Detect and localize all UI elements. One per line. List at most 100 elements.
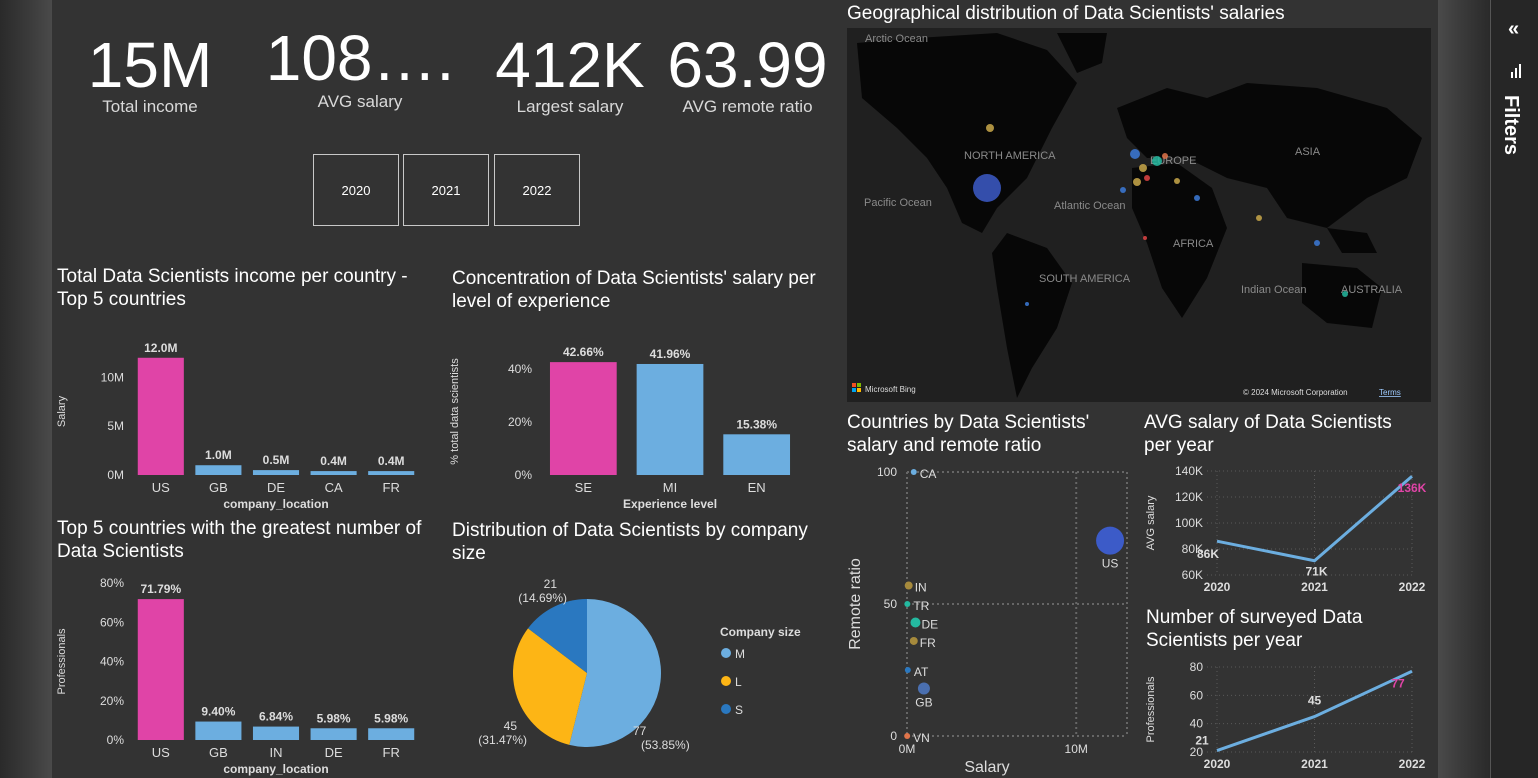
x-tick-label: 2020 (1204, 580, 1231, 594)
x-axis-title: company_location (223, 497, 328, 511)
bing-logo-icon-part (852, 388, 856, 392)
y-axis-title: Remote ratio (847, 558, 864, 650)
data-label: 71.79% (140, 582, 181, 596)
y-tick-label: 40% (100, 655, 124, 669)
map-terms-link[interactable]: Terms (1379, 388, 1401, 397)
y-axis-title: % total data scientists (449, 358, 461, 465)
x-tick-label: SE (575, 480, 593, 495)
y-tick-label: 100 (877, 465, 897, 479)
y-tick-label: 5M (107, 419, 124, 433)
map-label: Atlantic Ocean (1054, 200, 1126, 212)
bar-chart-salary-by-experience[interactable]: 0% 20% 40% 42.66% SE 41.96% MI 15.38% EN Experien… (440, 318, 830, 518)
y-tick-label: 120K (1175, 490, 1203, 504)
collapse-filters-icon[interactable]: « (1508, 18, 1519, 41)
y-tick-label: 60K (1182, 568, 1203, 582)
y-axis-title: Professionals (1145, 676, 1157, 743)
filter-icon (1511, 64, 1523, 78)
x-tick-label: US (152, 480, 170, 495)
data-label: 136K (1398, 481, 1427, 495)
map-bubble (1162, 153, 1168, 159)
bar-de (252, 470, 300, 475)
bar-en (723, 434, 791, 475)
legend-label: M (735, 647, 745, 661)
y-tick-label: 80% (100, 576, 124, 590)
series-line (1216, 475, 1413, 563)
map-label: ASIA (1295, 146, 1321, 158)
year-button-2020[interactable]: 2020 (313, 154, 399, 226)
data-label: 0.4M (320, 454, 347, 468)
bar-in (252, 726, 300, 740)
scatter-label: AT (914, 665, 929, 679)
bar-chart-count-per-country[interactable]: 0% 20% 40% 60% 80% 71.79% US 9.40% GB 6.84% IN 5.98… (52, 570, 432, 778)
bar-se (549, 362, 617, 475)
map-label: Pacific Ocean (864, 197, 932, 209)
bar-fr (368, 471, 415, 475)
map-bubble (1314, 240, 1320, 246)
world-map[interactable]: Arctic OceanNORTH AMERICA EUROPEASIAPacif… (847, 28, 1431, 402)
bar-chart-income-per-country[interactable]: 0M 5M 10M 12.0M US 1.0M GB 0.5M DE 0.4M CA 0.4M FR co… (52, 318, 432, 518)
bing-logo-icon-part (857, 383, 861, 387)
y-tick-label: 0% (107, 733, 125, 747)
y-tick-label: 40% (508, 362, 532, 376)
y-tick-label: 0M (107, 468, 124, 482)
scatter-label: IN (915, 581, 927, 595)
pie-value-label: 77 (633, 724, 647, 738)
year-button-2021[interactable]: 2021 (403, 154, 489, 226)
scatter-point-us (1096, 526, 1125, 555)
data-label: 21 (1195, 734, 1209, 748)
y-tick-label: 60% (100, 615, 124, 629)
filters-label[interactable]: Filters (1499, 95, 1522, 155)
scatter-label: GB (915, 695, 932, 709)
x-tick-label: EN (748, 480, 766, 495)
map-bubble (1139, 164, 1147, 172)
scatter-chart-remote-ratio[interactable]: 0501000M 10MSalaryRemote ratio USCAINTRDEF… (842, 462, 1132, 778)
data-label: 77 (1391, 676, 1405, 690)
kpi-value: 412K (495, 29, 645, 101)
scatter-point-gb (917, 682, 930, 695)
x-tick-label: 2022 (1399, 757, 1426, 771)
y-tick-label: 0% (515, 468, 533, 482)
data-label: 5.98% (317, 711, 351, 725)
map-bubble (1025, 302, 1029, 306)
scatter-point-fr (909, 636, 918, 645)
scatter-point-in (904, 581, 913, 590)
x-tick-label: GB (209, 745, 228, 760)
pie-pct-label: (14.69%) (518, 591, 567, 605)
y-tick-label: 100K (1175, 516, 1203, 530)
y-tick-label: 20% (508, 415, 532, 429)
map-bubble (1256, 215, 1262, 221)
left-margin (0, 0, 52, 778)
legend-marker (721, 676, 731, 686)
scatter-label: CA (920, 467, 937, 481)
year-button-2022[interactable]: 2022 (494, 154, 580, 226)
map-label: AUSTRALIA (1341, 284, 1403, 296)
data-label: 0.4M (378, 454, 405, 468)
y-axis-title: Salary (56, 395, 68, 427)
pie-chart-company-size[interactable]: 77(53.85%) 45(31.47%) 21(14.69%) Company si… (445, 570, 840, 778)
x-tick-label: GB (209, 480, 228, 495)
line-chart-avg-salary-year[interactable]: 60K80K100K120K140K2020 2021 202286K71K136K… (1138, 460, 1428, 600)
bing-logo-icon-part (857, 388, 861, 392)
x-axis-title: company_location (223, 762, 328, 776)
map-bubble (1174, 178, 1180, 184)
data-label: 15.38% (736, 417, 777, 431)
y-tick-label: 60 (1190, 688, 1204, 702)
map-label: NORTH AMERICA (964, 150, 1056, 162)
x-tick-label: 2020 (1204, 757, 1231, 771)
y-tick-label: 140K (1175, 464, 1203, 478)
data-label: 0.5M (263, 453, 290, 467)
chart-title-company-size: Distribution of Data Scientists by compa… (452, 520, 808, 564)
map-bubble (973, 174, 1001, 202)
map-label: AFRICA (1173, 238, 1214, 250)
map-bubble (1194, 195, 1200, 201)
pie-value-label: 21 (544, 577, 558, 591)
scatter-label: US (1102, 557, 1119, 571)
kpi-avg-remote-ratio: 63.99 AVG remote ratio (660, 33, 835, 117)
line-chart-surveyed-year[interactable]: 204060802020 2021 2022214577Professionals (1138, 656, 1428, 778)
x-tick-label: 10M (1065, 742, 1088, 756)
chart-title-count-per-country: Top 5 countries with the greatest number… (57, 518, 422, 562)
x-axis-title: Salary (964, 759, 1009, 776)
chart-title-income-per-country: Total Data Scientists income per country… (57, 266, 408, 310)
map-label: Arctic Ocean (865, 33, 928, 45)
kpi-total-income: 15M Total income (70, 33, 230, 117)
